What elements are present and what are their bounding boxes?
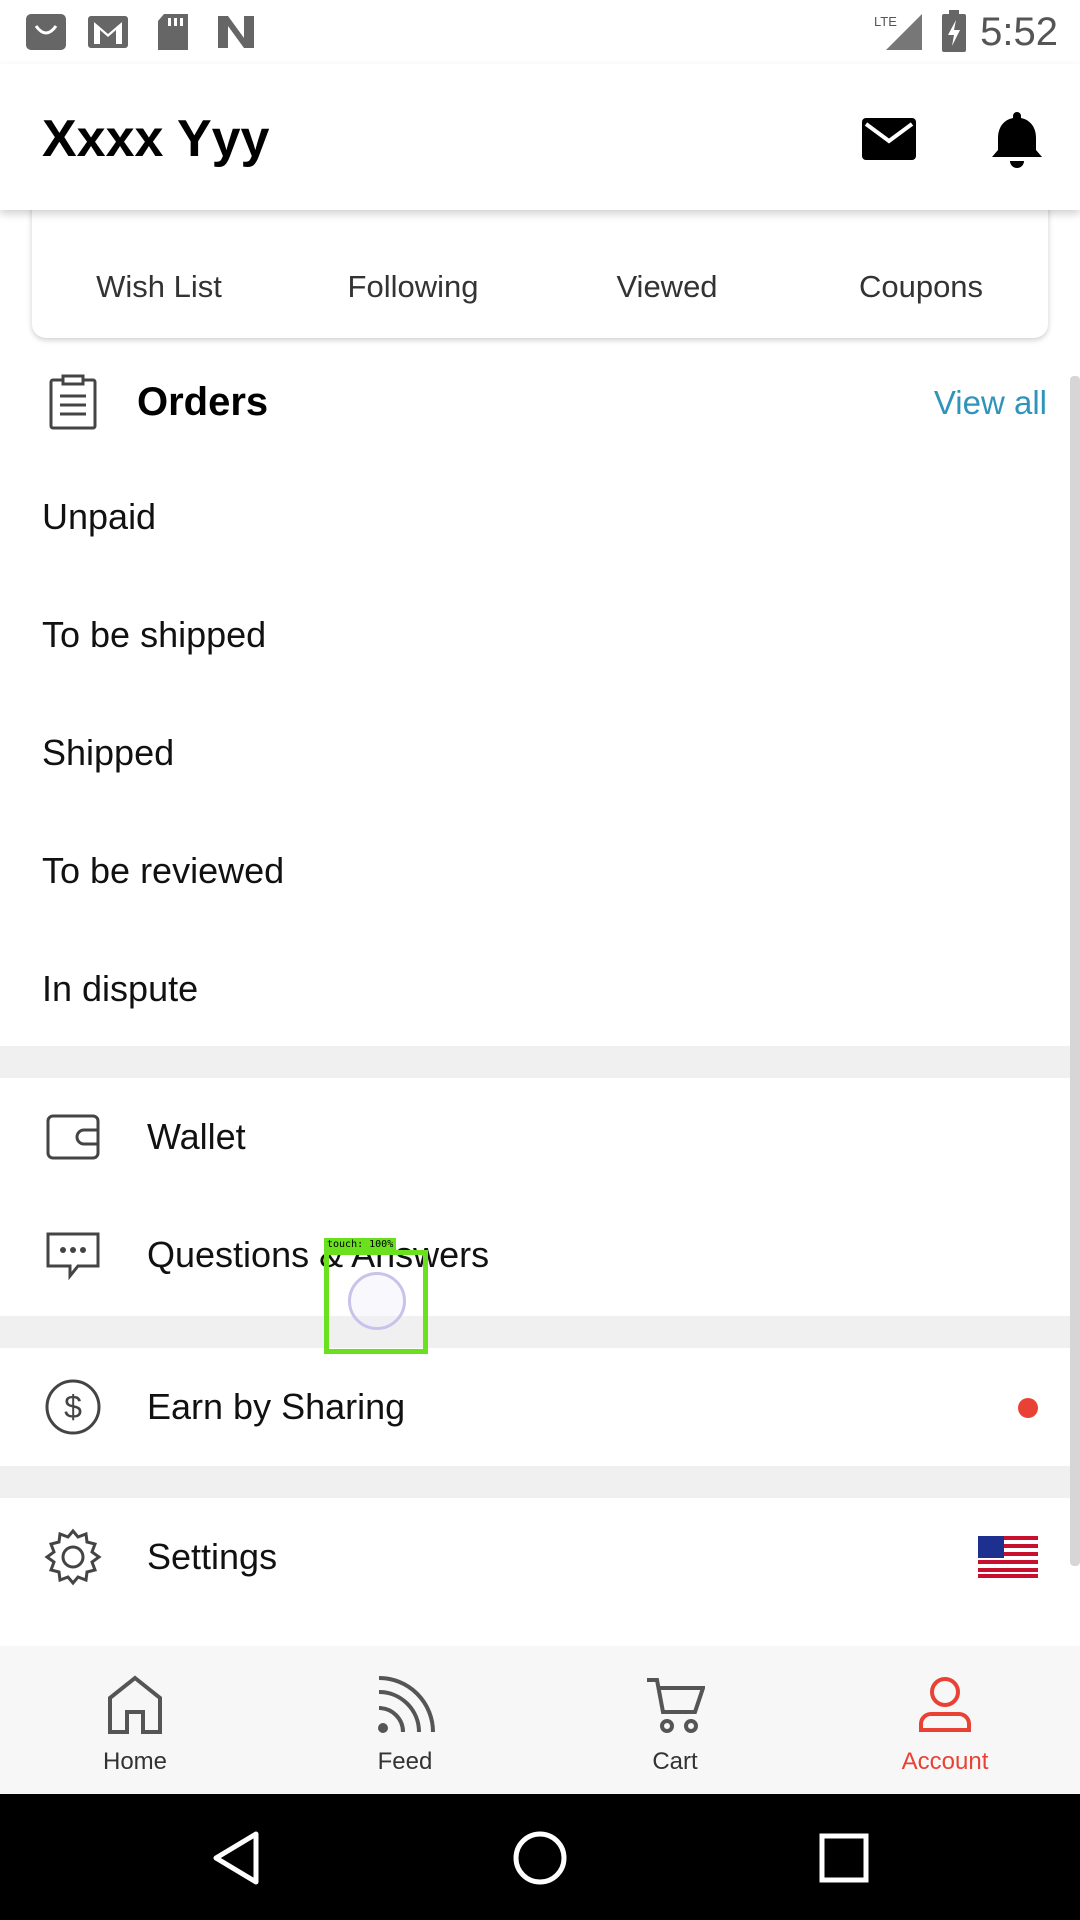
heart-icon — [129, 210, 189, 238]
quick-link-following[interactable]: Following — [286, 210, 540, 338]
us-flag-icon[interactable] — [978, 1536, 1038, 1578]
mail-icon[interactable] — [858, 108, 920, 170]
svg-text:$: $ — [64, 1389, 82, 1425]
chat-bubble-icon — [46, 1232, 100, 1281]
notification-dot — [1018, 1398, 1038, 1418]
sd-card-icon — [158, 14, 188, 50]
order-status-in-dispute[interactable]: In dispute — [42, 968, 198, 1010]
quick-link-label: Following — [347, 269, 479, 304]
n-logo-icon — [218, 16, 254, 48]
menu-item-wallet[interactable]: Wallet — [0, 1078, 1070, 1196]
bottom-navigation: Home Feed Cart Account — [0, 1646, 1080, 1794]
order-status-to-be-reviewed[interactable]: To be reviewed — [42, 850, 284, 892]
menu-item-settings[interactable]: Settings — [0, 1498, 1070, 1616]
clock-time: 5:52 — [980, 10, 1058, 54]
feed-icon — [378, 1676, 435, 1733]
dollar-icon: $ — [45, 1379, 101, 1435]
menu-label: Settings — [147, 1536, 278, 1577]
order-status-to-be-shipped[interactable]: To be shipped — [42, 614, 266, 656]
section-divider — [0, 1466, 1080, 1498]
coupon-icon — [891, 210, 951, 238]
nav-account[interactable]: Account — [810, 1646, 1080, 1794]
system-navigation-bar — [0, 1794, 1080, 1920]
scrollbar[interactable] — [1070, 376, 1080, 1566]
home-icon — [108, 1675, 162, 1734]
nav-label: Account — [901, 1748, 989, 1775]
menu-label: Questions & Answers — [147, 1234, 490, 1275]
section-divider — [0, 1316, 1080, 1348]
nav-label: Home — [102, 1748, 168, 1775]
cart-icon — [647, 1678, 705, 1733]
status-bar: LTE 5:52 — [0, 0, 1080, 64]
star-icon — [383, 210, 443, 238]
home-circle-icon[interactable] — [510, 1828, 570, 1888]
back-icon[interactable] — [206, 1828, 266, 1888]
quick-link-label: Coupons — [858, 269, 984, 304]
touch-point-indicator — [348, 1272, 406, 1330]
section-divider — [0, 1046, 1080, 1078]
quick-link-label: Wish List — [96, 269, 222, 304]
orders-clipboard-icon — [49, 374, 97, 430]
user-name[interactable]: Xxxx Yyy — [42, 109, 269, 169]
account-icon — [919, 1677, 971, 1732]
quick-link-viewed[interactable]: Viewed — [540, 210, 794, 338]
nav-label: Feed — [377, 1748, 433, 1775]
quick-link-wish-list[interactable]: Wish List — [32, 210, 286, 338]
account-content[interactable]: Wish List Following Viewed Coupons Order… — [0, 210, 1080, 1646]
gear-icon — [44, 1528, 102, 1586]
orders-title: Orders — [137, 380, 269, 424]
quick-links-card: Wish List Following Viewed Coupons — [32, 210, 1048, 338]
order-status-unpaid[interactable]: Unpaid — [42, 496, 156, 538]
nav-label: Cart — [652, 1748, 698, 1775]
app-header: Xxxx Yyy — [0, 64, 1080, 210]
gmail-icon — [88, 16, 128, 48]
battery-charging-icon — [942, 10, 966, 52]
nav-cart[interactable]: Cart — [540, 1646, 810, 1794]
svg-text:LTE: LTE — [874, 14, 897, 29]
menu-item-questions-answers[interactable]: Questions & Answers — [0, 1196, 1070, 1314]
bell-icon[interactable] — [986, 108, 1048, 170]
signal-icon: LTE — [874, 14, 922, 50]
view-all-orders-link[interactable]: View all — [934, 384, 1047, 422]
nav-feed[interactable]: Feed — [270, 1646, 540, 1794]
shopping-bag-icon — [26, 14, 66, 50]
quick-link-label: Viewed — [616, 269, 718, 304]
order-status-shipped[interactable]: Shipped — [42, 732, 174, 774]
recents-icon[interactable] — [814, 1828, 874, 1888]
nav-home[interactable]: Home — [0, 1646, 270, 1794]
clock-icon — [637, 210, 697, 238]
wallet-icon — [46, 1114, 100, 1160]
quick-link-coupons[interactable]: Coupons — [794, 210, 1048, 338]
menu-item-earn-by-sharing[interactable]: $ Earn by Sharing — [0, 1348, 1070, 1466]
menu-label: Earn by Sharing — [147, 1386, 406, 1427]
menu-label: Wallet — [147, 1116, 246, 1157]
orders-header: Orders View all — [0, 358, 1070, 458]
touch-indicator-label: touch: 100% — [324, 1238, 397, 1252]
